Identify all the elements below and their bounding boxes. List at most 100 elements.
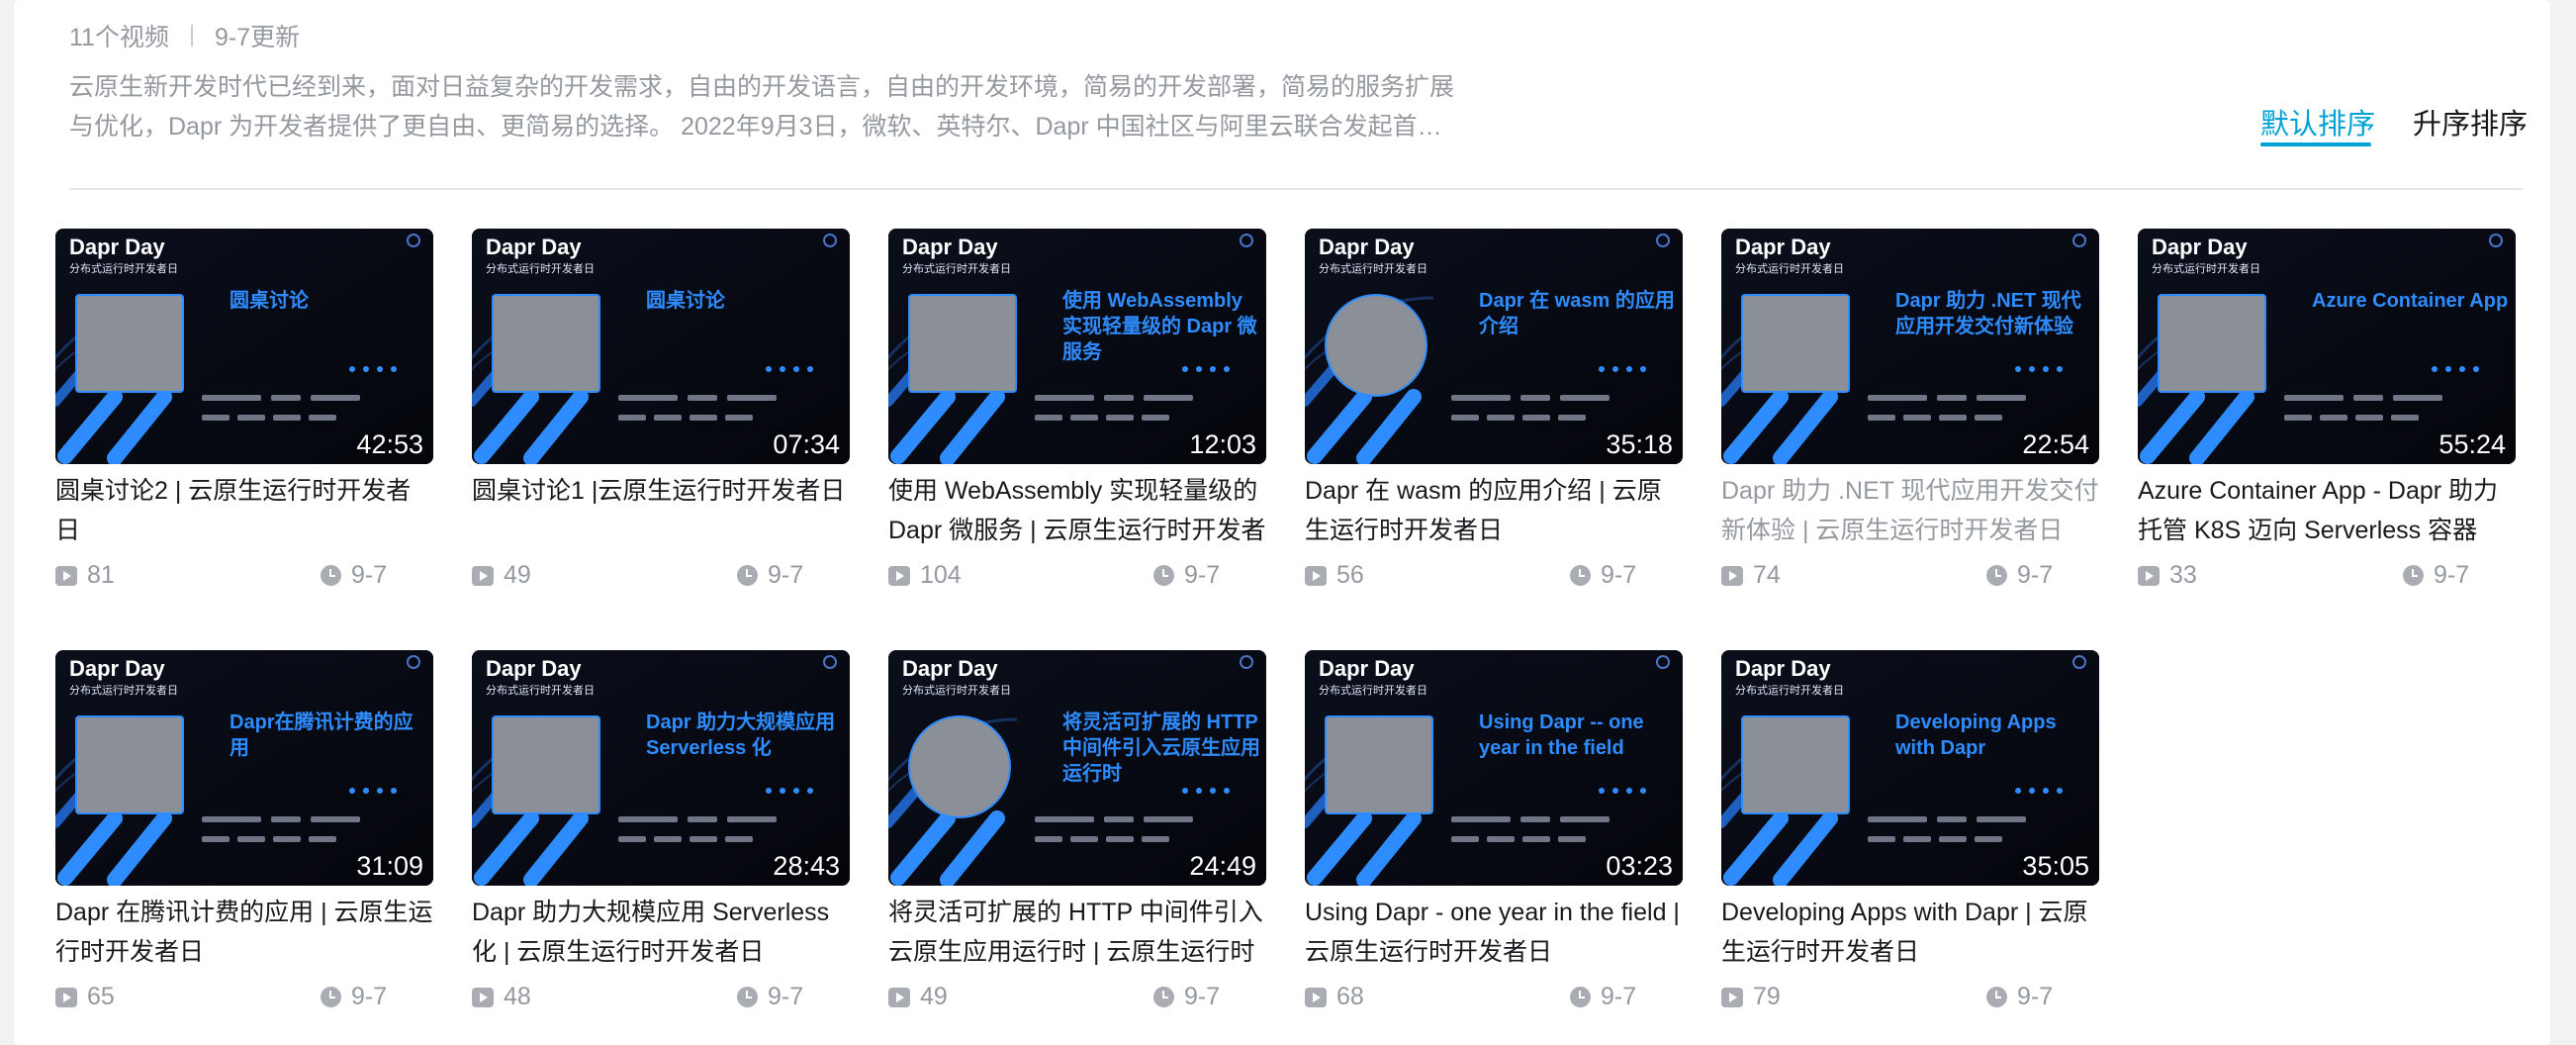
publish-date-group: 9-7 — [321, 983, 387, 1011]
video-stats: 65 9-7 — [55, 983, 433, 1012]
video-card[interactable]: Dapr Day 分布式运行时开发者日 Azure Container App … — [2138, 229, 2516, 595]
sponsor-logos — [202, 812, 400, 852]
speaker-photo — [75, 294, 184, 393]
video-title[interactable]: 使用 WebAssembly 实现轻量级的 Dapr 微服务 | 云原生运行时开… — [888, 471, 1266, 550]
sponsor-logos — [1035, 812, 1233, 852]
publish-date: 9-7 — [768, 983, 804, 1010]
clock-icon — [321, 987, 341, 1007]
play-count-icon — [1305, 987, 1327, 1007]
sponsor-logos — [1451, 391, 1649, 430]
video-title[interactable]: Developing Apps with Dapr | 云原生运行时开发者日 — [1721, 893, 2099, 972]
video-stats: 81 9-7 — [55, 561, 433, 591]
video-card[interactable]: Dapr Day 分布式运行时开发者日 Developing Apps with… — [1721, 650, 2099, 1016]
dapr-day-subtitle: 分布式运行时开发者日 — [1735, 685, 1844, 697]
dapr-day-logo: Dapr Day — [902, 656, 998, 681]
thumbnail-title: 使用 WebAssembly 实现轻量级的 Dapr 微服务 — [1062, 290, 1257, 363]
video-title[interactable]: 将灵活可扩展的 HTTP 中间件引入云原生应用运行时 | 云原生运行时 — [888, 893, 1266, 972]
dapr-day-subtitle: 分布式运行时开发者日 — [902, 263, 1011, 275]
video-card[interactable]: Dapr Day 分布式运行时开发者日 将灵活可扩展的 HTTP 中间件引入云原… — [888, 650, 1266, 1016]
sponsor-logos — [2284, 391, 2482, 430]
video-card[interactable]: Dapr Day 分布式运行时开发者日 使用 WebAssembly 实现轻量级… — [888, 229, 1266, 595]
video-card[interactable]: Dapr Day 分布式运行时开发者日 圆桌讨论 07:34 圆桌讨论1 |云原… — [472, 229, 850, 595]
video-thumbnail[interactable]: Dapr Day 分布式运行时开发者日 Dapr 助力 .NET 现代应用开发交… — [1721, 229, 2099, 464]
video-thumbnail[interactable]: Dapr Day 分布式运行时开发者日 将灵活可扩展的 HTTP 中间件引入云原… — [888, 650, 1266, 886]
video-count: 11个视频 — [69, 24, 169, 51]
video-card[interactable]: Dapr Day 分布式运行时开发者日 Dapr 助力大规模应用 Serverl… — [472, 650, 850, 1016]
video-title[interactable]: Dapr 在 wasm 的应用介绍 | 云原生运行时开发者日 — [1305, 471, 1683, 550]
video-thumbnail[interactable]: Dapr Day 分布式运行时开发者日 圆桌讨论 42:53 — [55, 229, 433, 464]
dapr-day-logo: Dapr Day — [486, 656, 582, 681]
play-count-icon — [888, 987, 910, 1007]
play-count-icon — [55, 565, 77, 586]
sponsor-logos — [1035, 391, 1233, 430]
thumbnail-title: 圆桌讨论 — [646, 290, 725, 312]
video-thumbnail[interactable]: Dapr Day 分布式运行时开发者日 Developing Apps with… — [1721, 650, 2099, 886]
publish-date: 9-7 — [2017, 561, 2054, 589]
video-stats: 56 9-7 — [1305, 561, 1683, 591]
video-duration: 28:43 — [773, 851, 840, 881]
thumbnail-title: Dapr 在 wasm 的应用介绍 — [1479, 290, 1675, 337]
publish-date-group: 9-7 — [1153, 561, 1220, 590]
play-count: 56 — [1336, 561, 1364, 589]
publish-date-group: 9-7 — [1570, 983, 1636, 1011]
video-thumbnail[interactable]: Dapr Day 分布式运行时开发者日 Dapr 在 wasm 的应用介绍 35… — [1305, 229, 1683, 464]
video-stats: 74 9-7 — [1721, 561, 2099, 591]
clock-icon — [1986, 987, 2007, 1007]
dapr-day-logo: Dapr Day — [69, 235, 165, 259]
play-count-icon — [55, 987, 77, 1007]
clock-icon — [1153, 987, 1174, 1007]
video-card[interactable]: Dapr Day 分布式运行时开发者日 Using Dapr -- one ye… — [1305, 650, 1683, 1016]
play-count-group: 49 — [888, 983, 948, 1011]
video-thumbnail[interactable]: Dapr Day 分布式运行时开发者日 圆桌讨论 07:34 — [472, 229, 850, 464]
video-title[interactable]: Azure Container App - Dapr 助力托管 K8S 迈向 S… — [2138, 471, 2516, 550]
dapr-day-logo: Dapr Day — [1735, 235, 1831, 259]
play-count-icon — [1721, 987, 1743, 1007]
sponsor-logos — [1451, 812, 1649, 852]
video-card[interactable]: Dapr Day 分布式运行时开发者日 Dapr在腾讯计费的应用 31:09 D… — [55, 650, 433, 1016]
speaker-photo — [908, 715, 1011, 818]
thumbnail-title: 将灵活可扩展的 HTTP 中间件引入云原生应用运行时 — [1062, 712, 1260, 785]
dapr-day-subtitle: 分布式运行时开发者日 — [902, 685, 1011, 697]
play-count-icon — [1721, 565, 1743, 586]
sponsor-logos — [1868, 391, 2066, 430]
thumbnail-title: Developing Apps with Dapr — [1895, 712, 2057, 759]
video-title[interactable]: Using Dapr - one year in the field | 云原生… — [1305, 893, 1683, 972]
publish-date: 9-7 — [1184, 561, 1221, 589]
video-title[interactable]: 圆桌讨论1 |云原生运行时开发者日 — [472, 471, 850, 511]
play-count-icon — [472, 565, 494, 586]
video-title[interactable]: Dapr 在腾讯计费的应用 | 云原生运行时开发者日 — [55, 893, 433, 972]
video-stats: 48 9-7 — [472, 983, 850, 1012]
dapr-day-subtitle: 分布式运行时开发者日 — [69, 263, 178, 275]
play-count: 68 — [1336, 983, 1364, 1010]
series-description[interactable]: 云原生新开发时代已经到来，面对日益复杂的开发需求，自由的开发语言，自由的开发环境… — [69, 67, 1464, 146]
video-thumbnail[interactable]: Dapr Day 分布式运行时开发者日 Using Dapr -- one ye… — [1305, 650, 1683, 886]
publish-date-group: 9-7 — [2403, 561, 2469, 590]
video-thumbnail[interactable]: Dapr Day 分布式运行时开发者日 使用 WebAssembly 实现轻量级… — [888, 229, 1266, 464]
video-thumbnail[interactable]: Dapr Day 分布式运行时开发者日 Azure Container App … — [2138, 229, 2516, 464]
video-stats: 68 9-7 — [1305, 983, 1683, 1012]
dapr-day-subtitle: 分布式运行时开发者日 — [69, 685, 178, 697]
video-thumbnail[interactable]: Dapr Day 分布式运行时开发者日 Dapr 助力大规模应用 Serverl… — [472, 650, 850, 886]
play-count: 65 — [87, 983, 115, 1010]
video-thumbnail[interactable]: Dapr Day 分布式运行时开发者日 Dapr在腾讯计费的应用 31:09 — [55, 650, 433, 886]
clock-icon — [737, 987, 758, 1007]
video-title[interactable]: Dapr 助力大规模应用 Serverless 化 | 云原生运行时开发者日 — [472, 893, 850, 972]
play-count: 74 — [1753, 561, 1781, 589]
publish-date: 9-7 — [1184, 983, 1221, 1010]
video-card[interactable]: Dapr Day 分布式运行时开发者日 Dapr 在 wasm 的应用介绍 35… — [1305, 229, 1683, 595]
dapr-day-logo: Dapr Day — [1319, 235, 1415, 259]
clock-icon — [321, 565, 341, 586]
clock-icon — [1986, 565, 2007, 586]
video-title[interactable]: 圆桌讨论2 | 云原生运行时开发者日 — [55, 471, 433, 550]
thumbnail-title: Dapr 助力大规模应用 Serverless 化 — [646, 712, 836, 759]
sort-ascending-tab[interactable]: 升序排序 — [2413, 101, 2528, 142]
sort-default-tab[interactable]: 默认排序 — [2260, 101, 2375, 142]
video-title[interactable]: Dapr 助力 .NET 现代应用开发交付新体验 | 云原生运行时开发者日 — [1721, 471, 2099, 550]
video-card[interactable]: Dapr Day 分布式运行时开发者日 Dapr 助力 .NET 现代应用开发交… — [1721, 229, 2099, 595]
video-stats: 33 9-7 — [2138, 561, 2516, 591]
play-count-group: 33 — [2138, 561, 2197, 590]
publish-date: 9-7 — [1601, 561, 1637, 589]
speaker-photo — [75, 715, 184, 814]
video-card[interactable]: Dapr Day 分布式运行时开发者日 圆桌讨论 42:53 圆桌讨论2 | 云… — [55, 229, 433, 595]
clock-icon — [1153, 565, 1174, 586]
